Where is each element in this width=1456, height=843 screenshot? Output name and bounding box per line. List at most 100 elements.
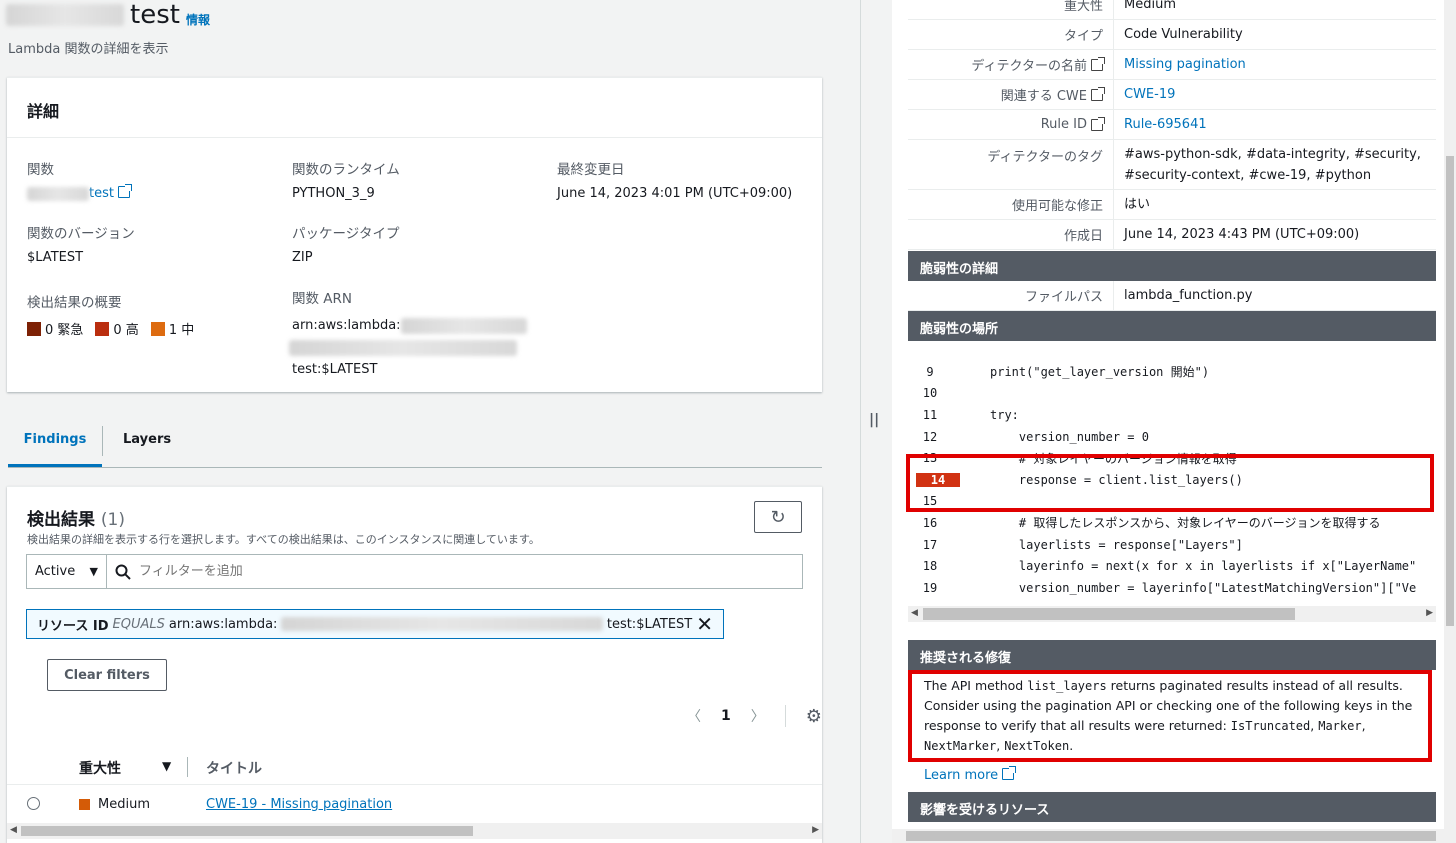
row-radio[interactable] (27, 797, 40, 810)
tab-findings[interactable]: Findings (8, 420, 102, 467)
recommended-fix-header: 推奨される修復 (908, 640, 1436, 670)
tabs: Findings Layers (8, 420, 822, 468)
code-line: 9 print("get_layer_version 開始") (908, 361, 1436, 383)
arn-prefix: arn:aws:lambda: (292, 318, 401, 333)
created-value: June 14, 2023 4:43 PM (UTC+09:00) (1124, 227, 1360, 242)
remove-token-icon[interactable]: ✕ (696, 612, 713, 636)
type-label: タイプ (908, 20, 1114, 49)
code-text: # 対象レイヤーのバージョン情報を取得 (990, 451, 1237, 466)
code-line: 10 (908, 383, 1436, 405)
critical-count: 0 緊急 (45, 323, 84, 338)
medium-swatch (150, 322, 165, 336)
function-link[interactable]: test (89, 186, 114, 201)
page-title-text: test (130, 0, 180, 30)
scrollbar-thumb[interactable] (21, 826, 473, 836)
line-number: 11 (922, 407, 938, 422)
tags-row: ディテクターのタグ #aws-python-sdk, #data-integri… (908, 140, 1436, 190)
code-viewer[interactable]: 9 print("get_layer_version 開始") 10 11 try:… (908, 358, 1436, 604)
package-field: パッケージタイプ ZIP (292, 222, 399, 265)
info-link[interactable]: 情報 (186, 11, 210, 28)
fix-code: NextToken (1004, 739, 1070, 753)
function-value: test (27, 184, 132, 201)
column-divider (187, 757, 188, 777)
scroll-left-icon[interactable]: ◀ (10, 825, 17, 835)
external-link-icon[interactable] (1091, 56, 1105, 71)
line-number: 13 (922, 451, 938, 466)
code-horizontal-scrollbar[interactable]: ◀ ▶ (908, 606, 1436, 622)
scrollbar-thumb[interactable] (923, 608, 1295, 620)
status-select-value: Active (35, 564, 76, 579)
line-number-highlighted: 14 (916, 472, 960, 487)
cwe-label-text: 関連する CWE (1000, 89, 1087, 104)
clear-filters-button[interactable]: Clear filters (47, 659, 167, 691)
scrollbar-thumb[interactable] (906, 831, 1436, 841)
details-header: 詳細 (7, 78, 822, 138)
line-number: 17 (922, 537, 938, 552)
status-select[interactable]: Active ▼ (27, 555, 107, 588)
line-number: 18 (922, 559, 938, 574)
rule-link[interactable]: Rule-695641 (1124, 114, 1207, 135)
prev-page-icon[interactable]: 〈 (687, 706, 701, 726)
external-link-icon[interactable] (1091, 116, 1105, 131)
code-line: 12 version_number = 0 (908, 426, 1436, 448)
scroll-left-icon[interactable]: ◀ (911, 608, 918, 618)
version-value: $LATEST (27, 250, 84, 265)
code-text: response = client.list_layers() (990, 472, 1243, 487)
pagination: 〈 1 〉 ⚙ (687, 705, 822, 727)
refresh-button[interactable]: ↻ (754, 501, 802, 533)
right-horizontal-scrollbar[interactable] (892, 829, 1444, 843)
scroll-right-icon[interactable]: ▶ (812, 825, 819, 835)
runtime-field: 関数のランタイム PYTHON_3_9 (292, 158, 400, 201)
filter-token: リソース ID EQUALS arn:aws:lambda: test:$LAT… (26, 609, 724, 639)
column-title[interactable]: タイトル (206, 758, 262, 778)
code-line-highlighted: 14 response = client.list_layers() (908, 469, 1436, 491)
search-icon (115, 564, 131, 580)
severity-medium: 1 中 (150, 319, 194, 338)
code-text: layerinfo = next(x for x in layerlists i… (990, 559, 1417, 574)
detector-label: ディテクターの名前 (908, 50, 1114, 79)
details-card: 詳細 関数 test 関数のランタイム PYTHON_3_9 最終変更日 Jun… (7, 77, 822, 392)
arn-label: 関数 ARN (292, 291, 353, 307)
high-swatch (95, 322, 110, 336)
detector-link[interactable]: Missing pagination (1124, 54, 1246, 75)
tab-layers[interactable]: Layers (123, 420, 171, 467)
runtime-label: 関数のランタイム (292, 162, 400, 178)
learn-more-link[interactable]: Learn more (924, 768, 998, 783)
detector-row: ディテクターの名前 Missing pagination (908, 50, 1436, 80)
version-field: 関数のバージョン $LATEST (27, 222, 135, 265)
learn-more: Learn more (924, 766, 1017, 783)
pager-divider (784, 705, 786, 727)
modified-field: 最終変更日 June 14, 2023 4:01 PM (UTC+09:00) (557, 158, 792, 201)
sort-down-icon[interactable]: ▼ (162, 759, 171, 773)
token-value-prefix: arn:aws:lambda: (168, 616, 278, 632)
left-horizontal-scrollbar[interactable]: ◀ ▶ (7, 823, 822, 839)
gear-icon[interactable]: ⚙ (806, 706, 822, 727)
code-text: # 取得したレスポンスから、対象レイヤーのバージョンを取得する (990, 516, 1381, 531)
code-line: 13 # 対象レイヤーのバージョン情報を取得 (908, 447, 1436, 469)
right-vertical-scrollbar[interactable] (1444, 0, 1456, 843)
scrollbar-thumb[interactable] (1446, 156, 1454, 626)
cwe-label: 関連する CWE (908, 80, 1114, 109)
split-panel-divider[interactable]: || (860, 0, 892, 843)
page-number[interactable]: 1 (721, 708, 731, 724)
table-row[interactable]: Medium CWE-19 - Missing pagination (7, 785, 822, 825)
row-title-link[interactable]: CWE-19 - Missing pagination (206, 797, 392, 812)
vulnerability-location-header: 脆弱性の場所 (908, 311, 1436, 341)
scroll-right-icon[interactable]: ▶ (1426, 608, 1433, 618)
external-link-icon[interactable] (1091, 86, 1105, 101)
next-page-icon[interactable]: 〉 (751, 706, 765, 726)
filter-input[interactable] (139, 564, 539, 579)
external-link-icon[interactable] (1002, 766, 1017, 780)
severity-critical: 0 緊急 (27, 319, 83, 338)
drag-handle-icon[interactable]: || (869, 412, 879, 428)
arn-value: arn:aws:lambda: test:$LATEST (289, 315, 527, 381)
fix-available-label: 使用可能な修正 (908, 190, 1114, 219)
cwe-link[interactable]: CWE-19 (1124, 84, 1175, 105)
modified-label: 最終変更日 (557, 162, 625, 178)
finding-detail-panel: 重大性 Medium タイプ Code Vulnerability ディテクター… (892, 0, 1456, 843)
column-severity[interactable]: 重大性 (79, 758, 121, 778)
findings-title: 検出結果 (1) (27, 505, 125, 530)
external-link-icon[interactable] (117, 184, 132, 198)
code-text: try: (990, 407, 1019, 422)
fix-available-value: はい (1124, 197, 1151, 212)
